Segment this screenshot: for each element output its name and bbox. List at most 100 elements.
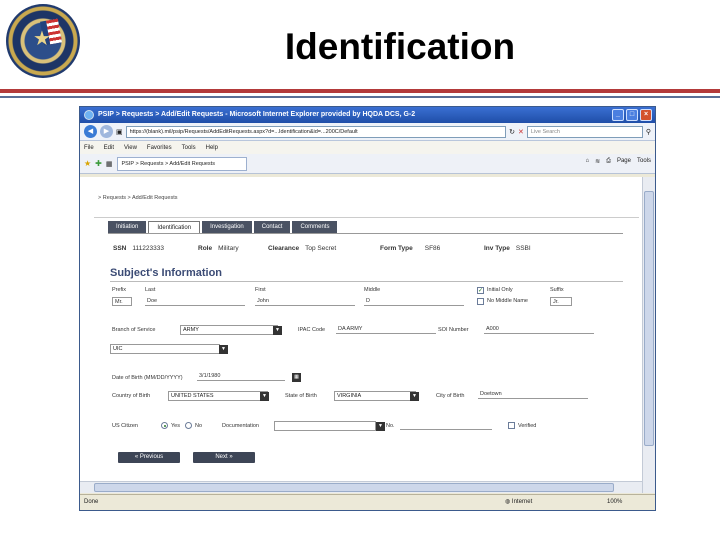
state-dropdown-icon[interactable]: ▼ (410, 392, 419, 401)
maximize-button[interactable]: □ (626, 109, 638, 121)
window-title: PSIP > Requests > Add/Edit Requests - Mi… (98, 111, 416, 118)
menu-tools[interactable]: Tools (182, 145, 196, 151)
last-label: Last (145, 287, 156, 293)
next-button[interactable]: Next » (193, 452, 255, 463)
home-icon[interactable]: ⌂ (586, 158, 590, 165)
citizen-yes-radio[interactable] (161, 422, 168, 429)
close-button[interactable]: × (640, 109, 652, 121)
vertical-scroll-thumb[interactable] (644, 191, 654, 446)
menu-help[interactable]: Help (206, 145, 218, 151)
previous-button[interactable]: « Previous (118, 452, 180, 463)
horizontal-scrollbar[interactable] (80, 481, 643, 493)
prefix-select[interactable]: Mr. (112, 297, 132, 306)
refresh-icon[interactable]: ↻ (509, 128, 515, 136)
stop-icon[interactable]: ✕ (518, 128, 524, 136)
address-bar-row: ◀ ▶ ▣ https://(blank).mil/psip/Requests/… (80, 123, 655, 141)
tab-initiation[interactable]: Initiation (108, 221, 147, 233)
tab-comments[interactable]: Comments (292, 221, 338, 233)
tab-identification[interactable]: Identification (148, 221, 201, 233)
citizen-no-radio[interactable] (185, 422, 192, 429)
branch-select[interactable]: ARMY (180, 325, 278, 335)
globe-icon: ◍ (505, 499, 511, 505)
favorites-star-icon[interactable]: ★ (84, 159, 91, 168)
print-icon[interactable]: ⎙ (606, 158, 611, 165)
header-rule-blue (0, 96, 720, 98)
verified-label: Verified (518, 423, 537, 429)
divider (94, 217, 639, 218)
country-select[interactable]: UNITED STATES (168, 391, 268, 401)
browser-title-bar: PSIP > Requests > Add/Edit Requests - Mi… (80, 107, 655, 123)
quick-tabs-icon[interactable]: ▦ (106, 160, 113, 168)
ssn-field: SSN 111223333 (113, 245, 164, 252)
dob-input[interactable]: 3/1/1980 (197, 372, 285, 381)
menu-edit[interactable]: Edit (104, 145, 114, 151)
verified-checkbox[interactable] (508, 422, 515, 429)
zoom-level[interactable]: 100% (607, 495, 622, 510)
initial-only-checkbox[interactable]: ✓ (477, 287, 484, 294)
state-select[interactable]: VIRGINIA (334, 391, 416, 401)
ipac-input[interactable]: DA ARMY (336, 325, 436, 334)
horizontal-scroll-thumb[interactable] (94, 483, 614, 492)
feeds-icon[interactable]: ≋ (595, 158, 600, 165)
soi-input[interactable]: A000 (484, 325, 594, 334)
form-type-value: SF86 (424, 245, 441, 252)
prefix-label: Prefix (112, 287, 127, 293)
calendar-icon[interactable]: ▦ (292, 373, 301, 382)
city-input[interactable]: Doetown (478, 390, 588, 399)
star-icon: ★ (33, 26, 51, 50)
documentation-select[interactable] (274, 421, 376, 431)
page-menu[interactable]: Page (617, 158, 631, 165)
first-label: First (255, 287, 266, 293)
documentation-label: Documentation (222, 423, 259, 429)
suffix-label: Suffix (550, 287, 564, 293)
clearance-value: Top Secret (305, 245, 337, 252)
last-name-input[interactable]: Doe (145, 297, 245, 306)
status-bar: Done ◍ Internet 100% (80, 494, 655, 510)
no-middle-name-checkbox[interactable] (477, 298, 484, 305)
form-tabs: Initiation Identification Investigation … (108, 221, 338, 233)
country-label: Country of Birth (112, 393, 151, 399)
uic-dropdown-icon[interactable]: ▼ (219, 345, 228, 354)
middle-name-input[interactable]: D (364, 297, 464, 306)
header-rule-red (0, 89, 720, 93)
suffix-select[interactable]: Jr. (550, 297, 572, 306)
citizen-label: US Citizen (112, 423, 138, 429)
menu-view[interactable]: View (124, 145, 137, 151)
browser-tab[interactable]: PSIP > Requests > Add/Edit Requests (116, 156, 247, 171)
tools-menu[interactable]: Tools (637, 158, 651, 165)
citizen-no-label: No (195, 423, 203, 429)
forward-button[interactable]: ▶ (100, 125, 113, 138)
doc-number-input[interactable] (400, 421, 492, 430)
menu-favorites[interactable]: Favorites (147, 145, 172, 151)
branch-dropdown-icon[interactable]: ▼ (273, 326, 282, 335)
uic-select[interactable]: UIC (110, 344, 220, 354)
role-value: Military (218, 245, 239, 252)
menu-file[interactable]: File (84, 145, 94, 151)
section-title: Subject's Information (110, 267, 223, 279)
documentation-dropdown-icon[interactable]: ▼ (376, 422, 385, 431)
tab-contact[interactable]: Contact (253, 221, 291, 233)
clearance-field: Clearance Top Secret (268, 245, 337, 252)
tab-investigation[interactable]: Investigation (202, 221, 252, 233)
address-input[interactable]: https://(blank).mil/psip/Requests/AddEdi… (125, 125, 507, 138)
initial-only-label: Initial Only (487, 287, 513, 293)
slide-title: Identification (284, 26, 516, 67)
vertical-scrollbar[interactable] (642, 177, 655, 493)
back-button[interactable]: ◀ (84, 125, 97, 138)
tab-underline (108, 233, 623, 234)
first-name-input[interactable]: John (255, 297, 355, 306)
country-dropdown-icon[interactable]: ▼ (260, 392, 269, 401)
browser-window: PSIP > Requests > Add/Edit Requests - Mi… (79, 106, 656, 511)
security-zone: ◍ Internet (505, 499, 533, 505)
minimize-button[interactable]: _ (612, 109, 624, 121)
branch-label: Branch of Service (112, 327, 156, 333)
search-icon[interactable]: ⚲ (646, 128, 651, 136)
search-input[interactable]: Live Search (526, 125, 643, 138)
breadcrumb: > Requests > Add/Edit Requests (98, 195, 178, 201)
section-divider (110, 281, 623, 282)
tab-bar: ★ ✚ ▦ PSIP > Requests > Add/Edit Request… (80, 154, 655, 174)
doc-number-label: No. (386, 423, 395, 429)
add-favorite-icon[interactable]: ✚ (95, 159, 102, 168)
citizen-yes-label: Yes (171, 423, 180, 429)
ipac-label: IPAC Code (298, 327, 326, 333)
